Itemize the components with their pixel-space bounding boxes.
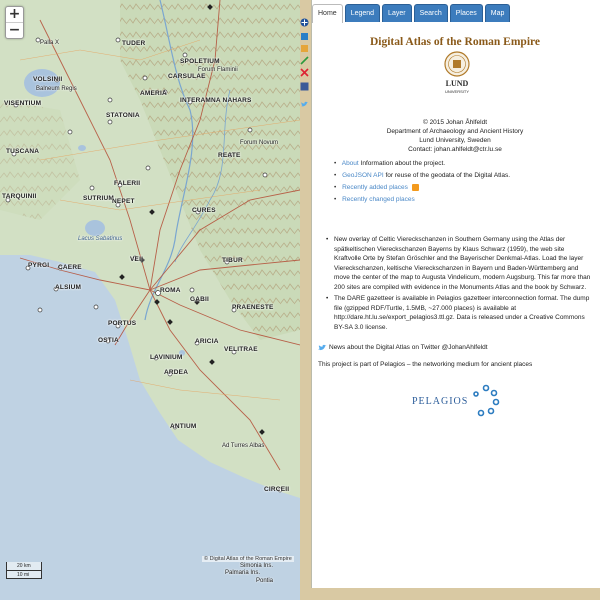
place-label[interactable]: AMERIA	[140, 90, 167, 97]
address-block: © 2015 Johan Åhlfeldt Department of Arch…	[312, 118, 598, 154]
place-label[interactable]: NEPET	[112, 198, 135, 205]
place-label[interactable]: TARQUINII	[2, 193, 37, 200]
recently-added-link[interactable]: Recently added places	[342, 184, 408, 191]
place-label[interactable]: ROMA	[160, 287, 181, 294]
layers-icon[interactable]	[300, 32, 309, 41]
place-label[interactable]: ALSIUM	[55, 284, 81, 291]
tab-legend[interactable]: Legend	[344, 4, 381, 22]
place-label[interactable]: ANTIUM	[170, 423, 196, 430]
tab-home[interactable]: Home	[312, 4, 343, 23]
place-label[interactable]: PYRGI	[28, 262, 49, 269]
place-label[interactable]: TUSCANA	[6, 148, 39, 155]
pelagios-wordmark: PELAGIOS	[412, 396, 468, 407]
link-item: About Information about the project.	[334, 158, 589, 170]
place-label[interactable]: CIRCEII	[264, 486, 289, 493]
bottom-border	[311, 588, 600, 600]
place-label[interactable]: CURES	[192, 207, 216, 214]
lund-university-logo[interactable]: LUND UNIVERSITY	[439, 50, 475, 100]
logo-line-2: UNIVERSITY	[445, 89, 469, 94]
place-label[interactable]: VISENTIUM	[4, 100, 41, 107]
place-label[interactable]: Ad Turres Albas	[222, 443, 264, 449]
contact-line: Contact: johan.ahlfeldt@ctr.lu.se	[408, 146, 502, 153]
twitter-icon[interactable]	[300, 100, 309, 109]
place-label[interactable]: INTERAMNA NAHARS	[180, 97, 252, 104]
place-label[interactable]: ARICIA	[195, 338, 219, 345]
twitter-line: News about the Digital Atlas on Twitter …	[318, 344, 598, 351]
zoom-out-button[interactable]: −	[6, 22, 23, 38]
tab-layer[interactable]: Layer	[382, 4, 412, 22]
copyright-line: © 2015 Johan Åhlfeldt	[422, 119, 488, 126]
place-label[interactable]: Pontia	[256, 578, 273, 584]
place-label[interactable]: Balneum Regis	[36, 86, 77, 92]
map-toolbar	[300, 0, 310, 600]
place-label[interactable]: CARSULAE	[168, 73, 206, 80]
place-label[interactable]: Palmaria Ins.	[225, 570, 260, 576]
place-label[interactable]: VEII	[130, 256, 143, 263]
place-label[interactable]: LAVINIUM	[150, 354, 183, 361]
place-label[interactable]: CAERE	[58, 264, 82, 271]
place-label[interactable]: PRAENESTE	[232, 304, 274, 311]
about-link[interactable]: About	[342, 160, 359, 167]
link-item: Recently added places	[334, 182, 589, 194]
place-label[interactable]: Palla X	[40, 40, 59, 46]
info-links: About Information about the project. Geo…	[334, 158, 589, 206]
place-label[interactable]: GABII	[190, 296, 209, 303]
place-label[interactable]: TIBUR	[222, 257, 243, 264]
place-label[interactable]: PORTUS	[108, 320, 136, 327]
department-line: Department of Archaeology and Ancient Hi…	[386, 128, 524, 135]
place-label[interactable]: Forum Novum	[240, 140, 278, 146]
news-list: New overlay of Celtic Viereckschanzen in…	[326, 235, 592, 332]
home-panel: Digital Atlas of the Roman Empire LUND U…	[312, 24, 598, 588]
tab-bar: Home Legend Layer Search Places Map	[312, 4, 511, 23]
twitter-text[interactable]: News about the Digital Atlas on Twitter …	[329, 344, 488, 351]
scale-km: 20 km	[17, 563, 31, 569]
place-label[interactable]: TUDER	[122, 40, 145, 47]
scale-mi: 10 mi	[7, 570, 41, 579]
rss-icon[interactable]	[411, 183, 419, 191]
pelagios-line: This project is part of Pelagios – the n…	[318, 361, 533, 368]
news-item: The DARE gazetteer is available in Pelag…	[326, 294, 592, 332]
place-label[interactable]: SUTRIUM	[83, 195, 114, 202]
facebook-icon[interactable]	[300, 82, 309, 91]
tab-map[interactable]: Map	[484, 4, 511, 22]
place-label[interactable]: OSTIA	[98, 337, 119, 344]
place-label[interactable]: ARDEA	[164, 369, 188, 376]
place-label[interactable]: Simonia Ins.	[240, 563, 273, 569]
place-label[interactable]: FALERII	[114, 180, 140, 187]
map-credit: © Digital Atlas of the Roman Empire	[202, 556, 294, 562]
page-title: Digital Atlas of the Roman Empire	[369, 36, 541, 48]
news-item: New overlay of Celtic Viereckschanzen in…	[326, 235, 592, 292]
place-label[interactable]: STATONIA	[106, 112, 140, 119]
place-label[interactable]: Lacus Sabatinus	[78, 236, 122, 242]
tab-search[interactable]: Search	[413, 4, 448, 22]
zoom-control: + −	[5, 6, 24, 39]
scale-bar: 20 km 10 mi	[6, 562, 42, 579]
place-label[interactable]: SPOLETIUM	[180, 58, 220, 65]
measure-icon[interactable]	[300, 56, 309, 65]
twitter-bird-icon	[318, 344, 327, 351]
place-label[interactable]: REATE	[218, 152, 241, 159]
place-label[interactable]: Forum Flaminii	[198, 67, 238, 73]
university-line: Lund University, Sweden	[419, 137, 491, 144]
logo-line-1: LUND	[446, 79, 469, 88]
navigation-icon[interactable]	[300, 18, 309, 27]
place-label[interactable]: VOLSINII	[33, 76, 62, 83]
pelagios-logo[interactable]: PELAGIOS	[412, 380, 502, 420]
map-view[interactable]: + − Palla X TUDER SPOLETIUM VOLSINII Bal…	[0, 0, 300, 600]
zoom-in-button[interactable]: +	[6, 7, 23, 22]
geojson-api-link[interactable]: GeoJSON API	[342, 172, 384, 179]
link-item: Recently changed places	[334, 194, 589, 206]
tab-places[interactable]: Places	[449, 4, 483, 22]
link-item: GeoJSON API for reuse of the geodata of …	[334, 170, 589, 182]
map-icon[interactable]	[300, 44, 309, 53]
place-label[interactable]: VELITRAE	[224, 346, 258, 353]
delete-icon[interactable]	[300, 68, 309, 77]
recently-changed-link[interactable]: Recently changed places	[342, 196, 415, 203]
